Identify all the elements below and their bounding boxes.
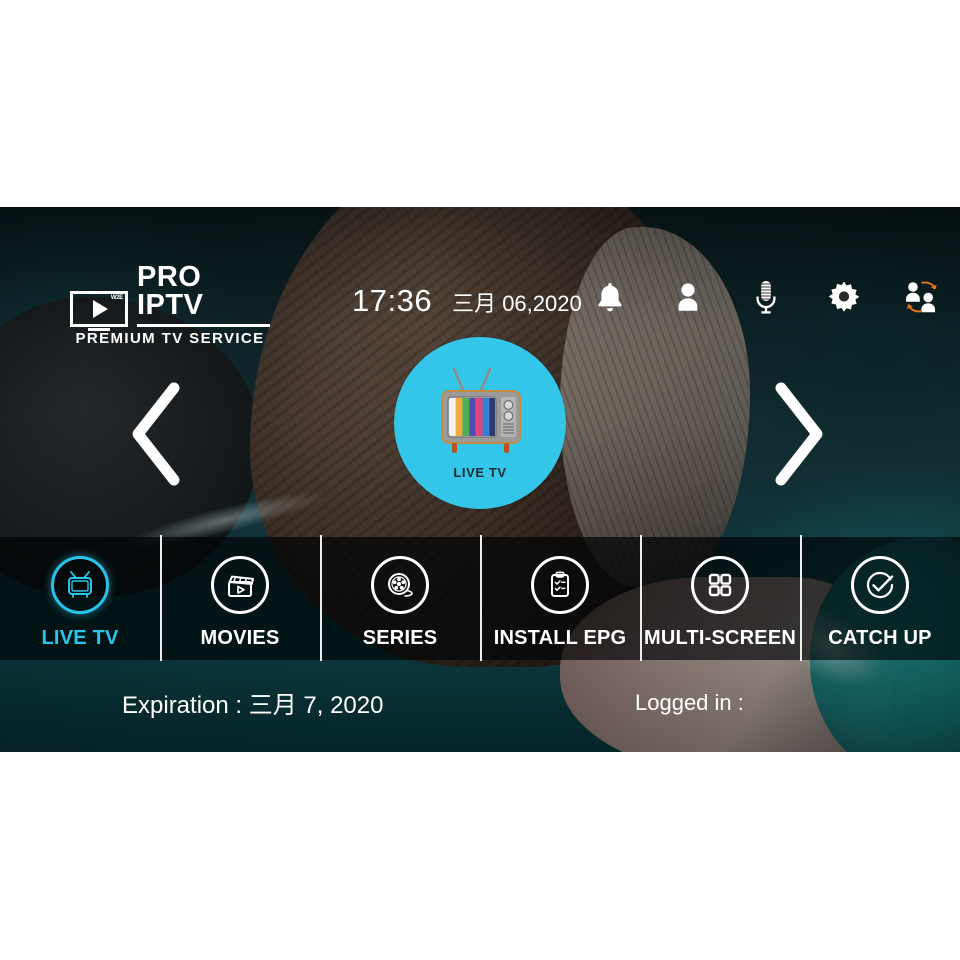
brand-logo: W2E PRO IPTV PREMIUM TV SERVICE [70,261,270,348]
current-time: 17:36 [352,283,433,318]
brand-divider [137,324,270,328]
header-bar: W2E PRO IPTV PREMIUM TV SERVICE 17:36 三月… [0,207,960,347]
iptv-home-screen: W2E PRO IPTV PREMIUM TV SERVICE 17:36 三月… [0,207,960,752]
microphone-icon[interactable] [746,275,786,319]
current-date: 三月 06,2020 [452,291,582,316]
menu-item-multi-screen[interactable]: MULTI-SCREEN [640,535,800,661]
clipboard-icon [531,555,589,614]
menu-item-catch-up[interactable]: CATCH UP [800,535,960,661]
tv-icon [51,555,109,614]
brand-name: PRO IPTV [137,261,204,321]
check-circle-icon [851,555,909,614]
bell-icon[interactable] [590,275,630,319]
screen-stand [88,328,110,332]
film-reel-icon [371,555,429,614]
menu-item-install-epg[interactable]: INSTALL EPG [480,535,640,661]
header-icon-group [590,275,942,319]
carousel-prev-button[interactable] [110,359,200,509]
menu-item-series[interactable]: SERIES [320,535,480,661]
play-screen-icon: W2E [70,291,128,332]
menu-item-label: INSTALL EPG [493,626,627,649]
hero-tile-label: LIVE TV [453,464,507,480]
carousel-next-button[interactable] [755,359,845,509]
menu-item-movies[interactable]: MOVIES [160,535,320,661]
chevron-left-icon [132,382,180,486]
content-carousel: LIVE TV [0,337,960,537]
brand-badge: W2E [110,295,123,302]
play-triangle-icon [93,300,108,319]
expiration-text: Expiration : 三月 7, 2020 [122,692,384,719]
menu-item-label: MULTI-SCREEN [643,626,797,649]
menu-item-label: LIVE TV [41,626,119,649]
retro-tv-icon [441,367,521,453]
hero-tile-live-tv[interactable]: LIVE TV [394,337,566,509]
main-menu-bar: LIVE TV MOVIES SERIES INSTALL EPG MULTI-… [0,535,960,661]
menu-item-label: SERIES [362,626,438,649]
grid-icon [691,555,749,614]
gear-icon[interactable] [824,275,864,319]
status-footer: Expiration : 三月 7, 2020 Logged in : [0,660,960,752]
clock: 17:36 三月 06,2020 [352,283,582,319]
brand-tagline: PREMIUM TV SERVICE [75,330,265,348]
menu-item-live-tv[interactable]: LIVE TV [0,537,160,660]
menu-item-label: CATCH UP [828,626,932,649]
clapperboard-icon [211,555,269,614]
menu-item-label: MOVIES [200,626,280,649]
switch-user-icon[interactable] [902,275,942,319]
chevron-right-icon [775,382,823,486]
logged-in-text: Logged in : [635,690,744,715]
user-icon[interactable] [668,275,708,319]
